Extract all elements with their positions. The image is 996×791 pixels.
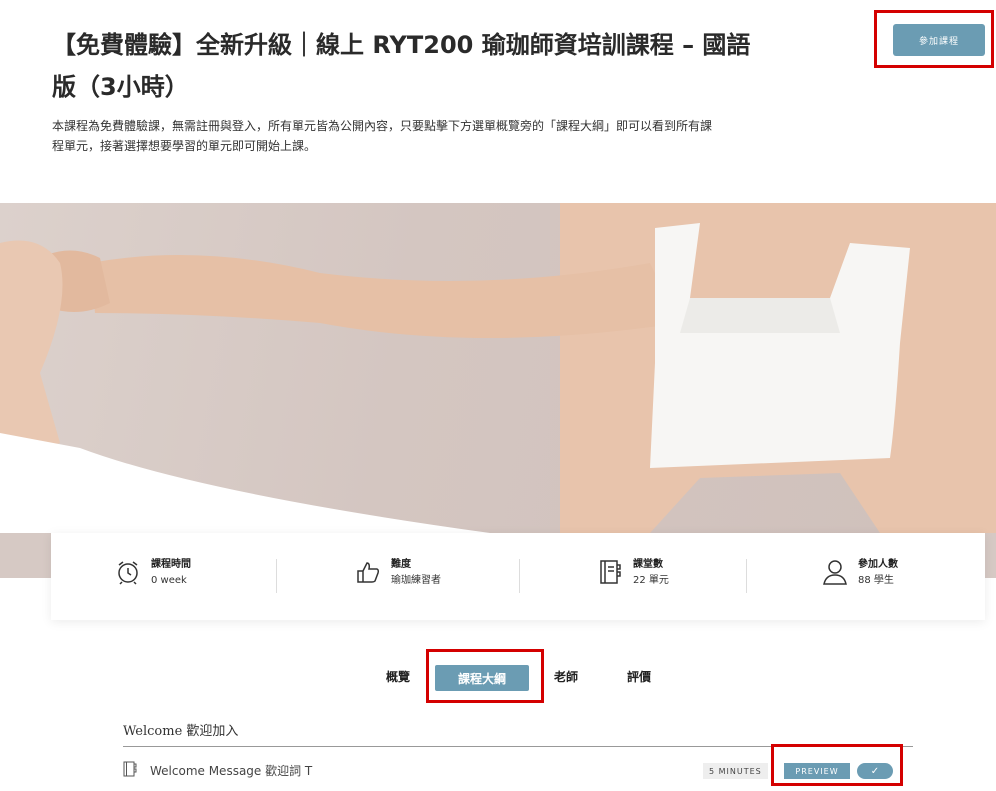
tab-curriculum[interactable]: 課程大綱 (435, 665, 529, 691)
hero-image (0, 203, 996, 578)
tab-curriculum-highlight: 課程大綱 (426, 649, 544, 703)
lesson-title[interactable]: Welcome Message 歡迎詞 T (150, 762, 312, 779)
preview-highlight: PREVIEW ✓ (771, 744, 903, 786)
stat-duration-label: 課程時間 (151, 559, 191, 570)
stat-students-value: 88 學生 (858, 575, 894, 586)
preview-button[interactable]: PREVIEW (784, 763, 850, 779)
stat-difficulty: 難度 瑜珈練習者 (355, 557, 441, 597)
course-stats-card: 課程時間 0 week 難度 瑜珈練習者 課堂數 22 單元 參加人數 88 學… (51, 533, 985, 620)
notebook-icon (123, 761, 137, 777)
stat-duration: 課程時間 0 week (115, 557, 191, 597)
stat-divider (276, 559, 277, 593)
tab-reviews[interactable]: 評價 (627, 668, 651, 685)
tab-overview[interactable]: 概覽 (386, 668, 410, 685)
stat-divider (746, 559, 747, 593)
join-course-highlight: 參加課程 (874, 10, 994, 68)
thumbs-up-icon (357, 562, 380, 583)
yoga-pose-illustration (0, 203, 996, 578)
stat-duration-value: 0 week (151, 575, 187, 586)
lesson-duration-badge: 5 MINUTES (703, 763, 768, 779)
tab-instructor[interactable]: 老師 (554, 668, 578, 685)
stat-difficulty-value: 瑜珈練習者 (391, 575, 441, 586)
stat-lessons-value: 22 單元 (633, 575, 669, 586)
stat-lessons-label: 課堂數 (633, 559, 663, 570)
course-title: 【免費體驗】全新升級｜線上 RYT200 瑜珈師資培訓課程 – 國語版（3小時） (52, 31, 751, 101)
stat-lessons: 課堂數 22 單元 (597, 557, 669, 597)
stat-students: 參加人數 88 學生 (822, 557, 898, 597)
stat-difficulty-label: 難度 (391, 559, 411, 570)
stat-students-label: 參加人數 (858, 559, 898, 570)
course-description: 本課程為免費體驗課，無需註冊與登入，所有單元皆為公開內容，只要點擊下方選單概覽旁… (52, 119, 713, 153)
section-title: Welcome 歡迎加入 (123, 724, 239, 739)
alarm-clock-icon (118, 561, 138, 585)
user-icon (823, 560, 847, 585)
join-course-button[interactable]: 參加課程 (893, 24, 985, 56)
stat-divider (519, 559, 520, 593)
check-icon[interactable]: ✓ (857, 763, 893, 779)
notebook-icon (600, 560, 621, 584)
